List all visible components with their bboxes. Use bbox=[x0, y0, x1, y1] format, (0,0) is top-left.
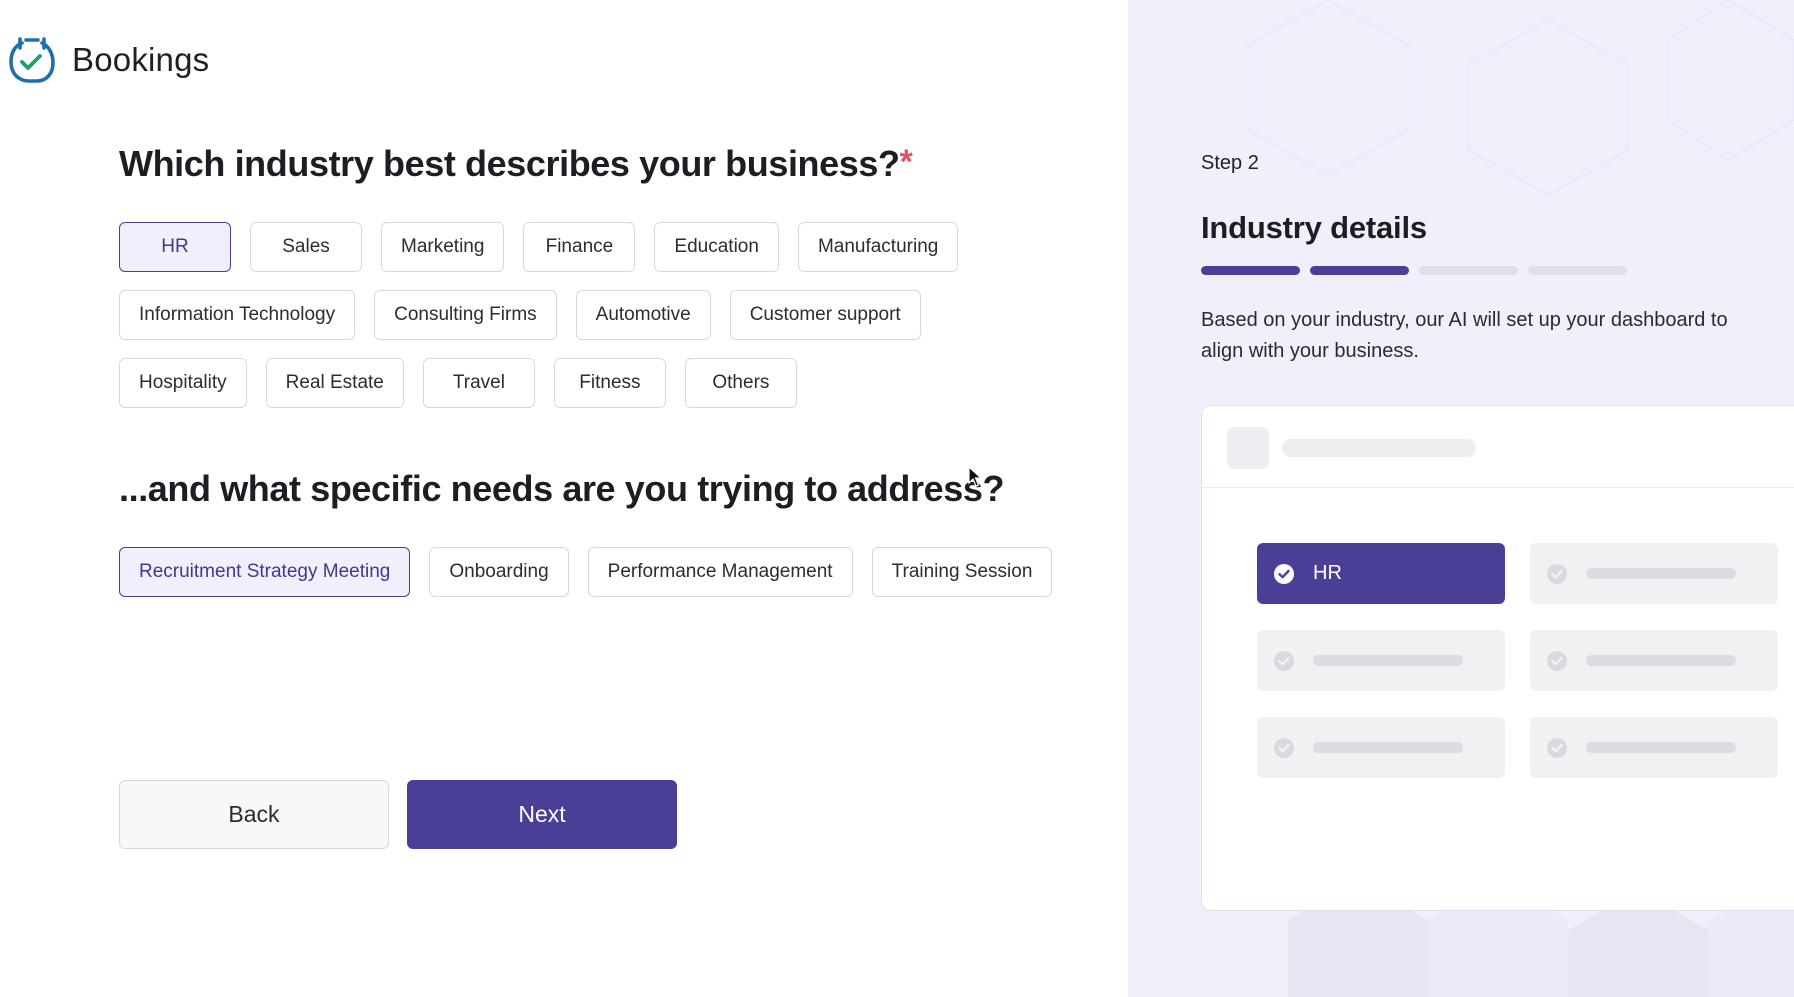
industry-chip-automotive[interactable]: Automotive bbox=[575, 290, 711, 340]
preview-avatar-placeholder bbox=[1227, 427, 1269, 469]
preview-tile-placeholder bbox=[1313, 655, 1463, 666]
check-circle-icon bbox=[1547, 650, 1567, 671]
progress-segment-4 bbox=[1528, 266, 1627, 275]
preview-tile-placeholder bbox=[1586, 742, 1736, 753]
industry-chip-fitness[interactable]: Fitness bbox=[553, 358, 666, 408]
next-button[interactable]: Next bbox=[407, 780, 677, 849]
progress-segment-3 bbox=[1419, 266, 1518, 275]
progress-segment-1 bbox=[1201, 266, 1300, 275]
need-chip-training-session[interactable]: Training Session bbox=[871, 547, 1053, 597]
form-pane: Bookings Which industry best describes y… bbox=[0, 0, 1128, 997]
mouse-cursor-icon bbox=[968, 466, 982, 487]
need-chip-onboarding[interactable]: Onboarding bbox=[429, 547, 569, 597]
preview-tile-selected: HR bbox=[1257, 543, 1505, 604]
industry-chips-row-2: Information Technology Consulting Firms … bbox=[119, 290, 921, 340]
industry-chip-finance[interactable]: Finance bbox=[523, 222, 636, 272]
progress-segment-2 bbox=[1310, 266, 1409, 275]
info-panel: Step 2 Industry details Based on your in… bbox=[1128, 0, 1794, 997]
preview-tile-placeholder bbox=[1586, 568, 1736, 579]
check-circle-icon bbox=[1274, 650, 1294, 671]
preview-tile bbox=[1530, 717, 1778, 778]
industry-chip-hr[interactable]: HR bbox=[119, 222, 231, 272]
step-progress bbox=[1201, 266, 1627, 275]
step-label: Step 2 bbox=[1201, 152, 1259, 174]
industry-chips-row-1: HR Sales Marketing Finance Education Man… bbox=[119, 222, 959, 272]
needs-chips-row: Recruitment Strategy Meeting Onboarding … bbox=[119, 547, 1053, 597]
onboarding-page: Bookings Which industry best describes y… bbox=[0, 0, 1794, 997]
industry-chip-travel[interactable]: Travel bbox=[422, 358, 535, 408]
preview-tile-label: HR bbox=[1313, 562, 1342, 584]
dashboard-preview-card: HR bbox=[1201, 405, 1794, 911]
industry-chip-marketing[interactable]: Marketing bbox=[381, 222, 505, 272]
industry-chip-hospitality[interactable]: Hospitality bbox=[119, 358, 247, 408]
industry-chips-row-3: Hospitality Real Estate Travel Fitness O… bbox=[119, 358, 797, 408]
industry-chip-customer-support[interactable]: Customer support bbox=[729, 290, 921, 340]
industry-chip-real-estate[interactable]: Real Estate bbox=[265, 358, 404, 408]
brand: Bookings bbox=[6, 34, 209, 86]
industry-chip-others[interactable]: Others bbox=[684, 358, 797, 408]
panel-description: Based on your industry, our AI will set … bbox=[1201, 309, 1728, 362]
required-asterisk: * bbox=[899, 143, 913, 181]
industry-chip-information-technology[interactable]: Information Technology bbox=[119, 290, 356, 340]
need-chip-recruitment-strategy-meeting[interactable]: Recruitment Strategy Meeting bbox=[119, 547, 411, 597]
panel-title: Industry details bbox=[1201, 210, 1427, 245]
preview-title-placeholder bbox=[1282, 439, 1476, 457]
preview-tile bbox=[1530, 543, 1778, 604]
need-chip-performance-management[interactable]: Performance Management bbox=[587, 547, 853, 597]
preview-tile bbox=[1257, 717, 1505, 778]
check-circle-icon bbox=[1274, 737, 1294, 758]
preview-tile bbox=[1257, 630, 1505, 691]
calendar-check-icon bbox=[9, 37, 55, 83]
check-circle-icon bbox=[1274, 563, 1294, 584]
preview-header bbox=[1202, 406, 1794, 488]
preview-tile-placeholder bbox=[1586, 655, 1736, 666]
preview-tile-placeholder bbox=[1313, 742, 1463, 753]
needs-question-title: ...and what specific needs are you tryin… bbox=[119, 468, 1005, 509]
back-button[interactable]: Back bbox=[119, 780, 389, 849]
check-circle-icon bbox=[1547, 737, 1567, 758]
industry-question-title: Which industry best describes your busin… bbox=[119, 143, 913, 185]
industry-chip-consulting-firms[interactable]: Consulting Firms bbox=[374, 290, 557, 340]
preview-tile bbox=[1530, 630, 1778, 691]
industry-chip-education[interactable]: Education bbox=[654, 222, 779, 272]
check-circle-icon bbox=[1547, 563, 1567, 584]
brand-name: Bookings bbox=[72, 41, 210, 78]
industry-question-text: Which industry best describes your busin… bbox=[119, 143, 900, 184]
industry-chip-manufacturing[interactable]: Manufacturing bbox=[797, 222, 959, 272]
industry-chip-sales[interactable]: Sales bbox=[250, 222, 362, 272]
